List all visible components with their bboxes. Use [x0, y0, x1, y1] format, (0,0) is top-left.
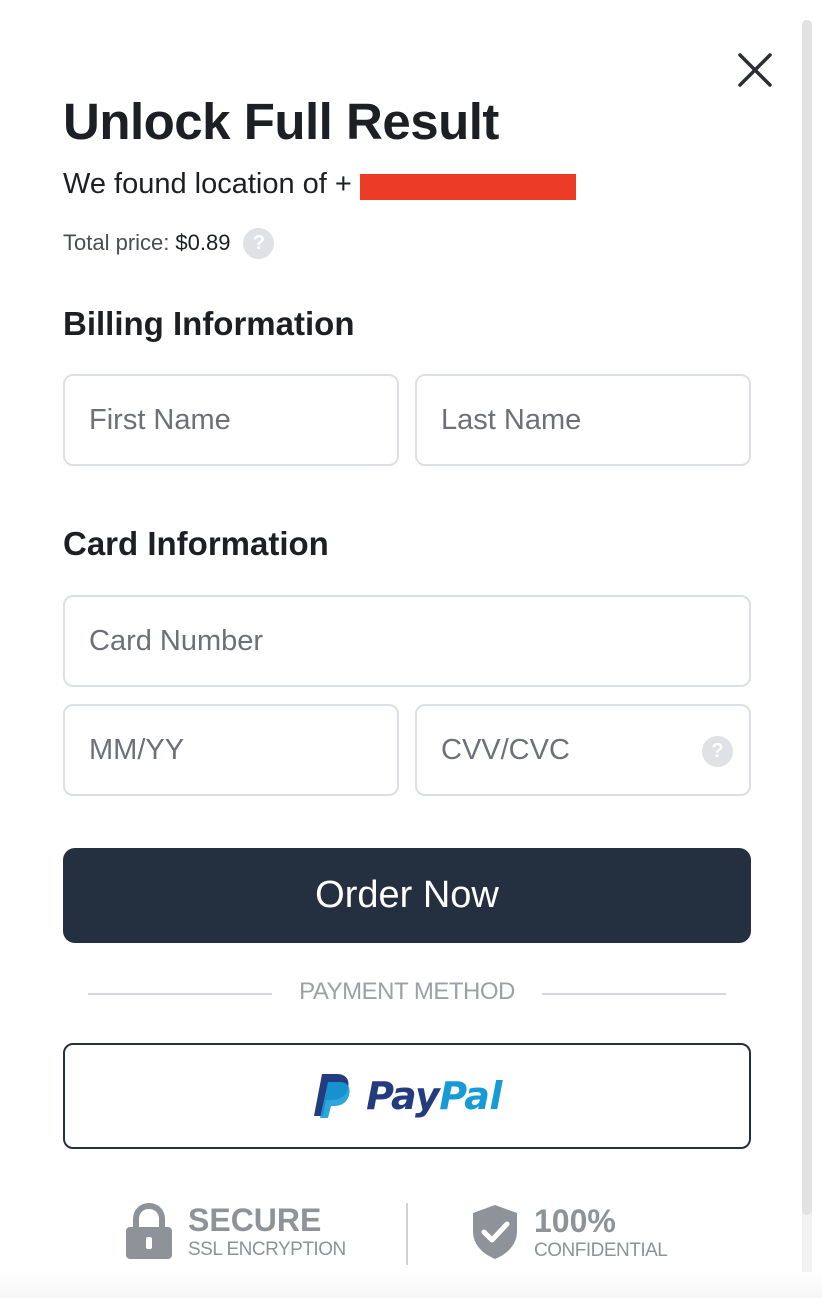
order-now-button[interactable]: Order Now — [63, 848, 751, 943]
last-name-input[interactable] — [417, 376, 749, 464]
scrollbar-thumb[interactable] — [802, 20, 812, 1215]
cvv-input[interactable] — [417, 706, 749, 794]
paypal-button[interactable]: PayPal — [63, 1043, 751, 1149]
first-name-field — [63, 374, 399, 466]
found-location-text: We found location of + — [63, 168, 352, 200]
payment-method-label: PAYMENT METHOD — [299, 978, 515, 1005]
confidential-badge: 100% CONFIDENTIAL — [470, 1202, 668, 1261]
confidential-title: 100% — [534, 1202, 616, 1239]
last-name-field — [415, 374, 751, 466]
card-number-field — [63, 595, 751, 687]
secure-title: SECURE — [188, 1201, 322, 1238]
page-title: Unlock Full Result — [63, 93, 499, 150]
lock-icon — [126, 1203, 172, 1259]
card-number-input[interactable] — [65, 597, 749, 685]
shield-check-icon — [473, 1205, 517, 1259]
first-name-input[interactable] — [65, 376, 397, 464]
cvv-help-icon[interactable]: ? — [702, 736, 733, 767]
secure-subtitle: SSL ENCRYPTION — [188, 1238, 346, 1260]
close-icon — [738, 53, 772, 87]
paypal-icon — [314, 1074, 350, 1118]
expiry-input[interactable] — [65, 706, 397, 794]
price-value: $0.89 — [175, 230, 231, 255]
billing-heading: Billing Information — [63, 305, 355, 342]
price-label: Total price: — [63, 230, 170, 255]
cvv-field: ? — [415, 704, 751, 796]
card-heading: Card Information — [63, 525, 329, 562]
redacted-phone-number — [360, 174, 576, 200]
confidential-subtitle: CONFIDENTIAL — [534, 1239, 668, 1261]
total-price-row: Total price: $0.89 ? — [63, 227, 275, 259]
close-button[interactable] — [735, 50, 775, 90]
paypal-wordmark: PayPal — [366, 1074, 502, 1118]
expiry-field — [63, 704, 399, 796]
bottom-fade — [0, 1272, 822, 1298]
badge-divider — [406, 1203, 408, 1265]
price-help-icon[interactable]: ? — [243, 227, 275, 259]
secure-badge: SECURE SSL ENCRYPTION — [124, 1203, 346, 1259]
divider-right — [542, 993, 726, 995]
scrollbar[interactable] — [802, 20, 812, 1282]
